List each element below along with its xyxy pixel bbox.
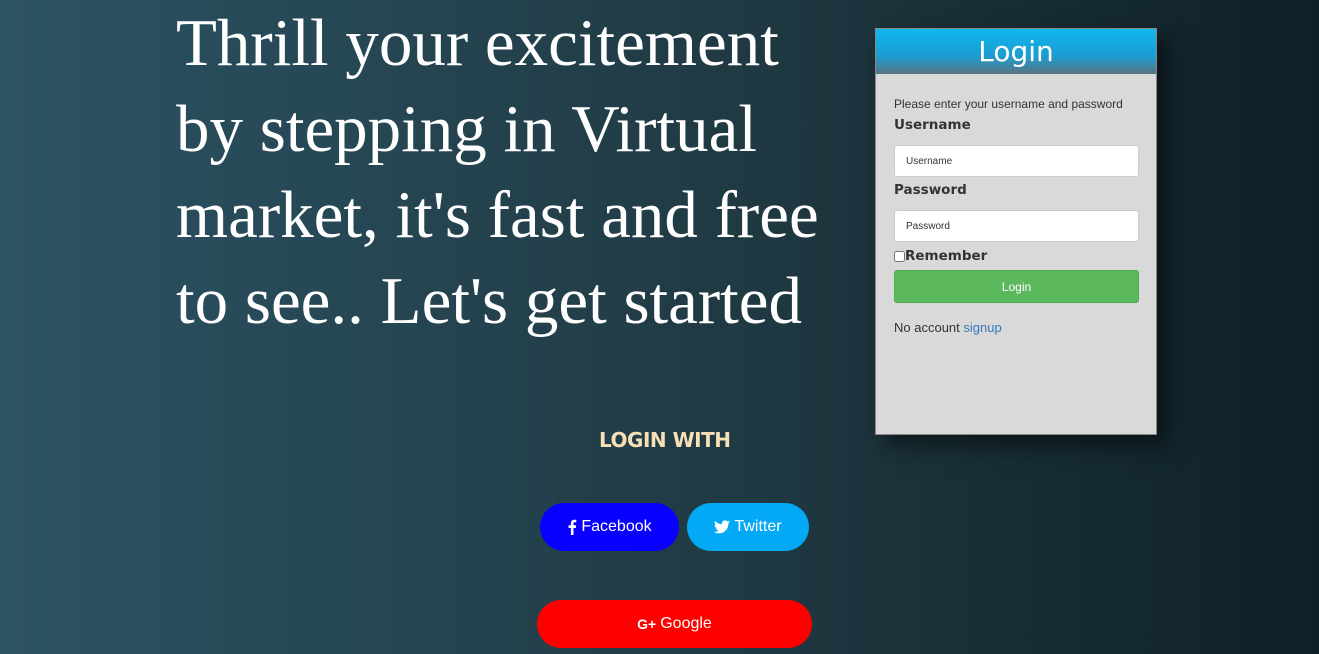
twitter-label: Twitter: [734, 518, 782, 535]
username-label: Username: [894, 117, 971, 133]
login-instructions: Please enter your username and password: [894, 97, 1123, 111]
signup-link[interactable]: signup: [963, 320, 1001, 335]
remember-row: Remember: [894, 248, 1138, 264]
facebook-icon: [567, 519, 577, 535]
remember-checkbox[interactable]: [894, 250, 905, 262]
password-input[interactable]: [894, 210, 1139, 242]
facebook-label: Facebook: [581, 518, 652, 535]
password-label: Password: [894, 182, 967, 198]
google-plus-icon: G+: [637, 616, 657, 632]
no-account-text: No account: [894, 320, 960, 335]
facebook-login-button[interactable]: Facebook: [540, 503, 679, 551]
google-login-button[interactable]: G+ Google: [537, 600, 812, 648]
twitter-icon: [714, 520, 731, 534]
signup-row: No account signup: [894, 320, 1138, 335]
login-with-heading: LOGIN WITH: [599, 428, 731, 452]
google-label: Google: [660, 615, 712, 632]
remember-label: Remember: [905, 248, 988, 264]
login-form: Please enter your username and password …: [876, 97, 1156, 335]
login-submit-button[interactable]: Login: [894, 270, 1139, 303]
login-card: Login Please enter your username and pas…: [875, 28, 1157, 435]
twitter-login-button[interactable]: Twitter: [687, 503, 809, 551]
hero-headline: Thrill your excitement by stepping in Vi…: [176, 6, 819, 338]
login-card-title: Login: [978, 35, 1054, 68]
username-input[interactable]: [894, 145, 1139, 177]
login-card-header: Login: [876, 29, 1156, 74]
